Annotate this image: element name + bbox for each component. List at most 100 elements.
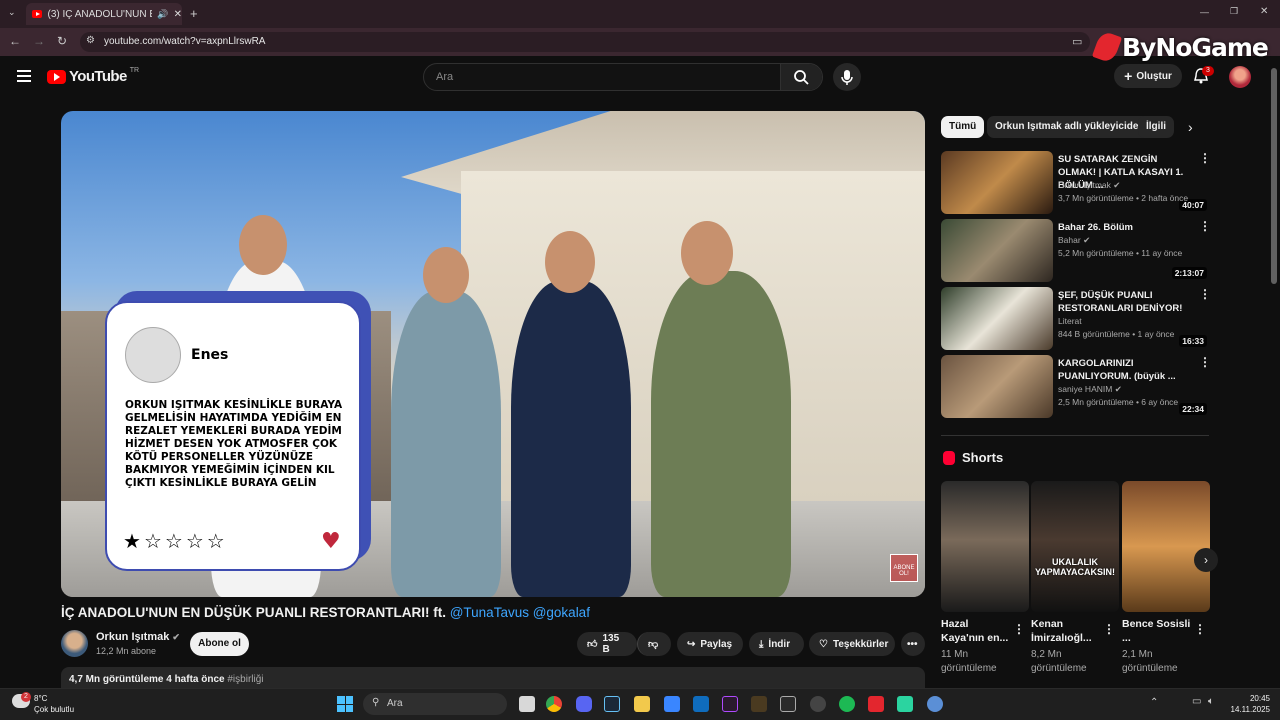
description-hashtag[interactable]: #işbirliği [227, 674, 263, 685]
restore-icon[interactable]: ❐ [1230, 6, 1238, 17]
app-icon-green[interactable] [897, 696, 913, 712]
video-duration: 2:13:07 [1171, 267, 1207, 279]
kebab-menu-icon[interactable]: ⋮ [1103, 622, 1115, 636]
channel-subscriber-count: 12,2 Mn abone [96, 646, 157, 656]
kebab-menu-icon[interactable]: ⋮ [1199, 219, 1211, 233]
channel-name[interactable]: Orkun Işıtmak ✔ [96, 631, 180, 643]
microphone-icon [841, 70, 853, 85]
verified-icon: ✔ [1083, 235, 1091, 245]
reload-icon[interactable]: ↻ [57, 34, 67, 48]
cast-icon[interactable]: ▭ [1072, 35, 1082, 48]
download-button[interactable]: ⤓ İndir [749, 632, 804, 656]
tab-audio-icon[interactable]: 🔊 [157, 9, 168, 20]
more-actions-button[interactable]: ••• [901, 632, 925, 656]
region-code: TR [129, 67, 140, 74]
taskbar-search-box[interactable]: ⚲ Ara [363, 693, 507, 715]
browser-tab[interactable]: (3) İÇ ANADOLU'NUN EN D 🔊 ✕ [26, 3, 182, 25]
url-text: youtube.com/watch?v=axpnLlrswRA [104, 36, 266, 47]
dislike-button[interactable]: 👎︎ [637, 632, 671, 656]
epic-games-icon[interactable] [780, 696, 796, 712]
tray-overflow-icon[interactable]: ⌃ [1150, 697, 1158, 708]
chrome-icon[interactable] [546, 696, 562, 712]
channel-text: Bahar [1058, 235, 1081, 245]
display-icon[interactable]: ▭ [1192, 696, 1201, 707]
short-views: 2,1 Mn görüntüleme [1122, 649, 1178, 674]
star-empty-icon: ☆ [164, 529, 186, 553]
file-explorer-icon[interactable] [634, 696, 650, 712]
shorts-heading: Shorts [962, 450, 1004, 465]
outlook-icon[interactable] [693, 696, 709, 712]
discord-icon[interactable] [576, 696, 592, 712]
task-view-icon[interactable] [519, 696, 535, 712]
windows-start-icon[interactable] [337, 696, 353, 712]
app-icon-purple[interactable] [722, 696, 738, 712]
forward-icon[interactable]: → [33, 34, 45, 48]
thumbs-up-icon: 👍︎ [587, 639, 598, 650]
heart-icon: ♥ [321, 529, 341, 554]
share-button[interactable]: ↪ Paylaş [677, 632, 743, 656]
video-person-3 [511, 281, 631, 597]
description-meta: 4,7 Mn görüntüleme 4 hafta önce [69, 674, 225, 685]
channel-name-text: Orkun Işıtmak [96, 631, 170, 643]
volume-icon[interactable]: 🔈︎ [1208, 696, 1214, 707]
recommendation-item[interactable]: 22:34 KARGOLARINIZI PUANLIYORUM. (büyük … [941, 355, 1211, 419]
video-player[interactable]: Enes ORKUN IŞITMAK KESİNLİKLE BURAYA GEL… [61, 111, 925, 597]
window-close-icon[interactable]: ✕ [1260, 6, 1268, 17]
site-info-icon[interactable]: ⚙ [86, 35, 95, 46]
kebab-menu-icon[interactable]: ⋮ [1194, 622, 1206, 636]
tab-list-icon[interactable]: ⌄ [8, 7, 16, 18]
star-filled-icon: ★ [123, 529, 144, 553]
kebab-menu-icon[interactable]: ⋮ [1013, 622, 1025, 636]
short-title[interactable]: Bence Sosisli ... [1122, 617, 1192, 645]
search-box[interactable]: Ara [423, 63, 823, 91]
review-text: ORKUN IŞITMAK KESİNLİKLE BURAYA GELMELİS… [125, 399, 343, 489]
menu-icon[interactable] [17, 70, 31, 82]
short-thumbnail[interactable] [941, 481, 1029, 612]
app-icon-blue[interactable] [927, 696, 943, 712]
kebab-menu-icon[interactable]: ⋮ [1199, 355, 1211, 369]
steam-icon[interactable] [604, 696, 620, 712]
search-input[interactable]: Ara [436, 71, 453, 83]
address-bar[interactable]: youtube.com/watch?v=axpnLlrswRA [80, 32, 1090, 52]
youtube-logo[interactable]: YouTube TR [47, 67, 140, 85]
search-button[interactable] [780, 64, 822, 90]
voice-search-button[interactable] [833, 63, 861, 91]
system-clock[interactable]: 20:45 14.11.2025 [1230, 693, 1270, 715]
recommendation-meta: 5,2 Mn görüntüleme • 11 ay önce [1058, 248, 1183, 258]
recommendation-meta: 844 B görüntüleme • 1 ay önce [1058, 329, 1175, 339]
thanks-button[interactable]: ♡ Teşekkürler [809, 632, 895, 656]
title-mentions-link[interactable]: @TunaTavus @gokalaf [450, 605, 590, 620]
new-tab-icon[interactable]: + [190, 6, 198, 21]
recommendation-item[interactable]: 40:07 SU SATARAK ZENGİN OLMAK! | KATLA K… [941, 151, 1211, 215]
bynogame-app-icon[interactable] [868, 696, 884, 712]
chip-all[interactable]: Tümü [941, 116, 985, 138]
create-button[interactable]: + Oluştur [1114, 64, 1182, 88]
recommendation-item[interactable]: 2:13:07 Bahar 26. Bölüm Bahar ✔ 5,2 Mn g… [941, 219, 1211, 283]
kebab-menu-icon[interactable]: ⋮ [1199, 287, 1211, 301]
short-title[interactable]: Hazal Kaya'nın en... [941, 617, 1011, 645]
share-icon: ↪ [687, 638, 696, 650]
app-icon-circle[interactable] [810, 696, 826, 712]
like-button[interactable]: 👍︎ 135 B [577, 632, 637, 656]
shorts-next-button[interactable]: › [1194, 548, 1218, 572]
chip-from-uploader[interactable]: Orkun Işıtmak adlı yükleyiciden [987, 116, 1153, 138]
microsoft-store-icon[interactable] [664, 696, 680, 712]
short-thumbnail[interactable] [1122, 481, 1210, 612]
page-scrollbar[interactable] [1271, 68, 1277, 284]
account-avatar[interactable] [1229, 66, 1251, 88]
kebab-menu-icon[interactable]: ⋮ [1199, 151, 1211, 165]
recommendation-channel: Bahar ✔ [1058, 235, 1090, 246]
minimize-icon[interactable]: — [1200, 7, 1209, 17]
app-icon-game[interactable] [751, 696, 767, 712]
recommendation-item[interactable]: 16:33 ŞEF, DÜŞÜK PUANLI RESTORANLARI DEN… [941, 287, 1211, 351]
short-title[interactable]: Kenan İmirzalıoğl... [1031, 617, 1101, 645]
chips-next-icon[interactable]: › [1188, 119, 1193, 135]
channel-avatar[interactable] [61, 630, 88, 657]
subscribe-watermark[interactable]: ABONE OL! [890, 554, 918, 582]
short-thumbnail[interactable]: UKALALIK YAPMAYACAKSIN! [1031, 481, 1119, 612]
back-icon[interactable]: ← [9, 34, 21, 48]
tab-close-icon[interactable]: ✕ [174, 9, 182, 20]
chip-related[interactable]: İlgili [1138, 116, 1174, 138]
spotify-icon[interactable] [839, 696, 855, 712]
subscribe-button[interactable]: Abone ol [190, 632, 249, 656]
